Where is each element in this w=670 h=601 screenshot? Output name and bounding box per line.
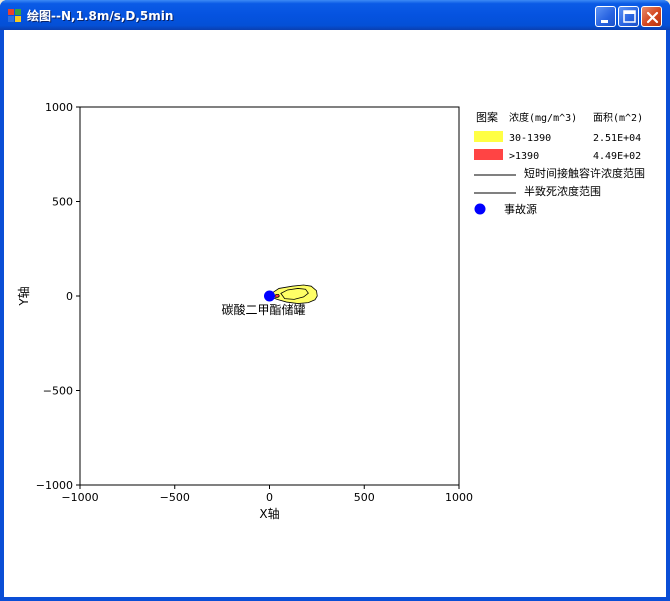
legend-label-lethal: 半致死浓度范围 xyxy=(524,184,601,198)
legend-label-short-term: 短时间接触容许浓度范围 xyxy=(524,166,645,180)
y-tick-label: 1000 xyxy=(45,101,73,114)
legend-range-high: >1390 xyxy=(509,151,539,162)
legend-area-low: 2.51E+04 xyxy=(593,133,641,144)
legend-swatch-high xyxy=(474,149,503,160)
x-tick-label: −1000 xyxy=(61,491,98,504)
legend-header-pattern: 图案 xyxy=(476,110,498,124)
y-tick-label: −1000 xyxy=(36,479,73,492)
plot-area: −1000 −500 0 500 1000 −1000 −500 0 500 1000 碳酸二甲酯… xyxy=(4,30,666,597)
source-label: 碳酸二甲酯储罐 xyxy=(222,302,306,317)
dispersion-chart: −1000 −500 0 500 1000 −1000 −500 0 500 1000 碳酸二甲酯… xyxy=(16,101,645,521)
legend-label-source: 事故源 xyxy=(504,202,537,216)
app-window: 绘图--N,1.8m/s,D,5min −1000 −500 0 500 1000 −10… xyxy=(0,0,670,601)
close-icon xyxy=(646,11,659,24)
minimize-button[interactable] xyxy=(595,6,616,27)
legend-area-high: 4.49E+02 xyxy=(593,151,641,162)
maximize-icon xyxy=(623,10,636,23)
legend-header-area: 面积(m^2) xyxy=(593,112,643,124)
legend-range-low: 30-1390 xyxy=(509,133,551,144)
zone-1 xyxy=(273,294,280,298)
close-button[interactable] xyxy=(641,6,662,27)
legend-header-concentration: 浓度(mg/m^3) xyxy=(509,111,577,124)
app-icon[interactable] xyxy=(8,9,21,22)
source-point xyxy=(264,290,275,302)
title-bar[interactable]: 绘图--N,1.8m/s,D,5min xyxy=(0,0,670,30)
x-tick-label: 0 xyxy=(266,491,273,504)
window-title: 绘图--N,1.8m/s,D,5min xyxy=(27,9,174,23)
y-tick-label: −500 xyxy=(43,385,73,398)
x-axis-label: X轴 xyxy=(259,506,279,521)
legend-swatch-low xyxy=(474,131,503,142)
x-tick-label: 500 xyxy=(354,491,375,504)
x-tick-label: 1000 xyxy=(445,491,473,504)
y-tick-label: 500 xyxy=(52,196,73,209)
legend-source-dot xyxy=(474,203,486,215)
x-tick-label: −500 xyxy=(160,491,190,504)
y-axis-label: Y轴 xyxy=(16,286,31,306)
maximize-button[interactable] xyxy=(618,6,639,27)
minimize-icon xyxy=(601,20,608,23)
y-tick-label: 0 xyxy=(66,290,73,303)
legend: 图案 浓度(mg/m^3) 面积(m^2) 30-1390 2.51E+04 >… xyxy=(474,110,645,216)
